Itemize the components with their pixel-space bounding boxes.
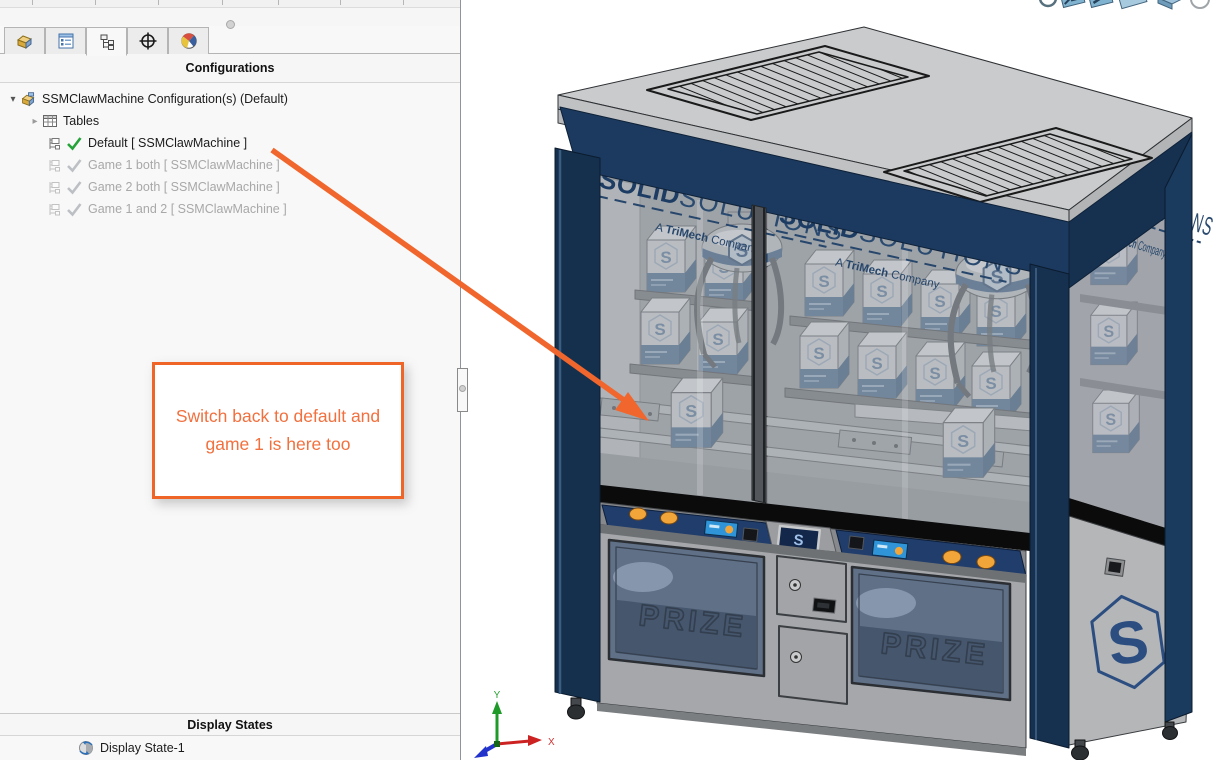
configurations-header: Configurations [0,54,460,83]
configuration-flag-icon [46,201,63,218]
root-config-label: SSMClawMachine Configuration(s) (Default… [42,92,288,106]
tree-item-config-game2both[interactable]: Game 2 both [ SSMClawMachine ] [0,176,460,198]
collapsed-arrow-icon[interactable]: ▸ [28,116,42,127]
svg-text:S: S [793,532,805,550]
inactive-check-icon [66,180,83,195]
solidworks-window: Configurations ▾ SSMClawMachine Configur… [0,0,1213,760]
config-label: Default [ SSMClawMachine ] [88,136,247,150]
tree-item-config-game1both[interactable]: Game 1 both [ SSMClawMachine ] [0,154,460,176]
dimxpert-icon [138,31,158,51]
panel-collapse-strip[interactable] [0,8,460,26]
tables-icon [42,113,58,129]
config-label: Game 1 both [ SSMClawMachine ] [88,158,280,172]
inactive-check-icon [66,202,83,217]
display-states-header: Display States [0,713,460,736]
coordinate-triad: Y X [474,690,555,758]
tree-item-config-game1and2[interactable]: Game 1 and 2 [ SSMClawMachine ] [0,198,460,220]
property-manager-icon [56,31,76,51]
display-state-icon [77,739,95,757]
part-configurations-icon [20,91,37,108]
toolbar-sliver [0,0,460,8]
expanded-arrow-icon[interactable]: ▾ [6,94,20,105]
button-orange [661,512,678,524]
tree-item-tables[interactable]: ▸ Tables [0,110,460,132]
tab-displaymanager[interactable] [168,27,209,55]
active-check-icon [66,136,83,151]
annotation-line: game 1 is here too [206,431,351,458]
annotation-note: Switch back to default and game 1 is her… [152,362,404,499]
tab-dimxpertmanager[interactable] [127,27,168,55]
configuration-flag-icon [46,157,63,174]
configuration-tree: ▾ SSMClawMachine Configuration(s) (Defau… [0,88,460,220]
configuration-flag-icon [46,135,63,152]
configuration-manager-icon [97,32,117,52]
button-orange [977,556,995,569]
tab-configurationmanager[interactable] [86,27,127,56]
button-orange [943,551,961,564]
display-state-label: Display State-1 [100,741,185,755]
triad-x-label: X [548,737,555,748]
tables-label: Tables [63,114,99,128]
display-manager-icon [179,31,199,51]
annotation-line: Switch back to default and [176,403,380,430]
graphics-viewport[interactable]: S S [461,0,1213,760]
triad-y-label: Y [494,690,501,701]
heads-up-toolbar-sliver[interactable] [1040,0,1209,9]
config-label: Game 1 and 2 [ SSMClawMachine ] [88,202,287,216]
config-label: Game 2 both [ SSMClawMachine ] [88,180,280,194]
panel-splitter-handle[interactable] [457,368,468,412]
display-state-item[interactable]: Display State-1 [0,736,460,760]
inactive-check-icon [66,158,83,173]
manager-tabbar [0,26,460,54]
button-orange [630,508,647,520]
tree-item-config-default[interactable]: Default [ SSMClawMachine ] [0,132,460,154]
tree-item-configurations-root[interactable]: ▾ SSMClawMachine Configuration(s) (Defau… [0,88,460,110]
part-icon [15,31,35,51]
display-states-section: Display States Display State-1 [0,713,460,760]
tab-propertymanager[interactable] [45,27,86,55]
claw-machine-model[interactable]: S S [461,0,1213,760]
tab-featuremanager[interactable] [4,27,45,55]
claw-machine[interactable]: SOLIDSOLUTIONS A TriMech Company SOLIDSO… [555,27,1213,760]
configuration-flag-icon [46,179,63,196]
splitter-dot [459,385,466,392]
